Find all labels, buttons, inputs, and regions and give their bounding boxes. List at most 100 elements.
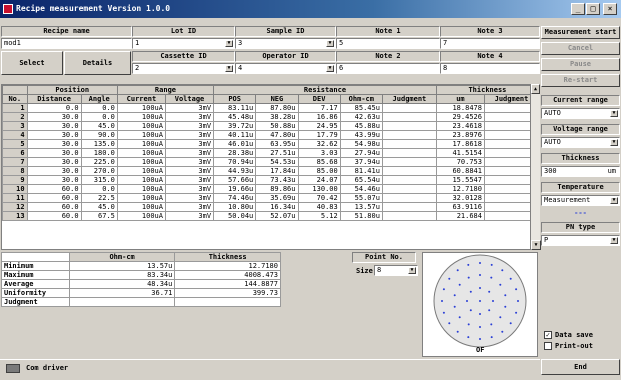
print-out-checkbox[interactable]: Print-out bbox=[544, 342, 593, 350]
table-row[interactable]: 1 0.0 0.0 100uA 3mV 83.11u 87.80u 7.17 85.45u 18.… bbox=[2, 103, 537, 113]
table-cell: 43.99u bbox=[339, 130, 383, 140]
table-row[interactable]: 9 30.0 315.0 100uA 3mV 57.66u 73.43u 24.07 65.54… bbox=[2, 175, 537, 185]
table-cell: 3mV bbox=[164, 121, 215, 131]
column-header[interactable]: POS bbox=[213, 94, 257, 104]
note1-field[interactable]: 5 bbox=[336, 38, 440, 49]
column-header[interactable]: Judgment bbox=[381, 94, 437, 104]
chevron-down-icon[interactable]: ▼ bbox=[326, 40, 334, 47]
table-cell: 3mV bbox=[164, 184, 215, 194]
table-cell: 54.98u bbox=[339, 139, 383, 149]
summary-label: Maximum bbox=[1, 270, 70, 280]
chevron-down-icon[interactable]: ▼ bbox=[610, 139, 618, 146]
wafer-point bbox=[467, 276, 470, 279]
table-cell: 27.94u bbox=[339, 148, 383, 158]
table-cell: 50.04u bbox=[213, 211, 257, 221]
table-cell: 35.69u bbox=[255, 193, 299, 203]
table-row[interactable]: 4 30.0 90.0 100uA 3mV 40.11u 47.80u 17.79 43.99u… bbox=[2, 130, 537, 140]
table-row[interactable]: 2 30.0 0.0 100uA 3mV 45.48u 38.28u 16.86 42.63u 2… bbox=[2, 112, 537, 122]
data-save-label: Data save bbox=[555, 331, 593, 339]
temperature-dropdown[interactable]: Measurement ▼ bbox=[541, 195, 620, 206]
pause-button[interactable]: Pause bbox=[541, 58, 620, 71]
table-cell: 4 bbox=[2, 130, 28, 140]
select-button[interactable]: Select bbox=[1, 51, 63, 75]
size-dropdown[interactable]: 8 ▼ bbox=[374, 265, 418, 276]
table-cell: 47.80u bbox=[255, 130, 299, 140]
note3-field[interactable]: 7 bbox=[440, 38, 540, 49]
column-header[interactable]: Angle bbox=[80, 94, 118, 104]
close-icon[interactable]: × bbox=[603, 3, 617, 15]
chevron-down-icon[interactable]: ▼ bbox=[225, 40, 233, 47]
column-header[interactable]: Voltage bbox=[164, 94, 215, 104]
note2-field[interactable]: 6 bbox=[336, 63, 440, 74]
end-button[interactable]: End bbox=[541, 359, 620, 375]
table-cell: 55.07u bbox=[339, 193, 383, 203]
chevron-down-icon[interactable]: ▼ bbox=[610, 197, 618, 204]
table-cell: 28.38u bbox=[213, 148, 257, 158]
table-cell: 180.0 bbox=[80, 148, 118, 158]
pn-type-dropdown[interactable]: P ▼ bbox=[541, 235, 620, 246]
table-cell: 30.0 bbox=[26, 148, 82, 158]
cassette-id-dropdown[interactable]: 2 ▼ bbox=[132, 63, 235, 74]
chevron-down-icon[interactable]: ▼ bbox=[408, 267, 416, 274]
recipe-name-field[interactable]: mod1 bbox=[1, 38, 132, 49]
table-row[interactable]: 10 60.0 0.0 100uA 3mV 19.66u 89.86u 130.00 54.46… bbox=[2, 184, 537, 194]
column-header[interactable]: No. bbox=[2, 94, 28, 104]
measurement-table[interactable]: Position Range Resistance Thickness No. D… bbox=[1, 84, 538, 250]
summary-thk bbox=[174, 297, 281, 307]
chevron-down-icon[interactable]: ▼ bbox=[610, 237, 618, 244]
column-header[interactable]: um bbox=[435, 94, 485, 104]
table-row[interactable]: 12 60.0 45.0 100uA 3mV 10.80u 16.34u 40.83 13.57… bbox=[2, 202, 537, 212]
chevron-down-icon[interactable]: ▼ bbox=[225, 65, 233, 72]
minimize-icon[interactable]: _ bbox=[571, 3, 585, 15]
column-header[interactable]: Ohm-cm bbox=[339, 94, 383, 104]
checkbox-checked-icon[interactable]: ✓ bbox=[544, 331, 552, 339]
table-row[interactable]: 3 30.0 45.0 100uA 3mV 39.72u 50.88u 24.95 45.88u… bbox=[2, 121, 537, 131]
table-cell: 3mV bbox=[164, 193, 215, 203]
details-button[interactable]: Details bbox=[64, 51, 131, 75]
cancel-button[interactable]: Cancel bbox=[541, 42, 620, 55]
table-row[interactable]: 5 30.0 135.0 100uA 3mV 46.01u 63.95u 32.62 54.98… bbox=[2, 139, 537, 149]
wafer-point bbox=[453, 305, 456, 308]
data-save-checkbox[interactable]: ✓ Data save bbox=[544, 331, 593, 339]
note4-field[interactable]: 8 bbox=[440, 63, 540, 74]
sample-id-dropdown[interactable]: 3 ▼ bbox=[235, 38, 336, 49]
table-cell bbox=[381, 175, 437, 185]
column-header[interactable]: Distance bbox=[26, 94, 82, 104]
maximize-icon[interactable]: □ bbox=[586, 3, 600, 15]
table-row[interactable]: 13 60.0 67.5 100uA 3mV 50.04u 52.07u 5.12 51.80u… bbox=[2, 211, 537, 221]
thickness-field[interactable]: 300 um bbox=[541, 166, 620, 177]
measurement-start-button[interactable]: Measurement start bbox=[541, 26, 620, 39]
table-row[interactable]: 7 30.0 225.0 100uA 3mV 70.94u 54.53u 85.68 37.94… bbox=[2, 157, 537, 167]
table-row[interactable]: 11 60.0 22.5 100uA 3mV 74.46u 35.69u 70.42 55.07… bbox=[2, 193, 537, 203]
chevron-down-icon[interactable]: ▼ bbox=[326, 65, 334, 72]
taskbar-item-com-driver[interactable]: Com driver bbox=[26, 364, 68, 372]
cassette-id-value: 2 bbox=[135, 64, 140, 72]
table-row[interactable]: 6 30.0 180.0 100uA 3mV 28.38u 27.51u 3.03 27.94u… bbox=[2, 148, 537, 158]
table-scrollbar[interactable]: ▲ ▼ bbox=[530, 84, 541, 250]
table-cell: 37.94u bbox=[339, 157, 383, 167]
thickness-label: Thickness bbox=[541, 153, 620, 164]
chevron-down-icon[interactable]: ▼ bbox=[610, 110, 618, 117]
column-header[interactable]: DEV bbox=[297, 94, 341, 104]
checkbox-unchecked-icon[interactable] bbox=[544, 342, 552, 350]
current-range-dropdown[interactable]: AUTO ▼ bbox=[541, 108, 620, 119]
wafer-point bbox=[467, 323, 470, 326]
scroll-down-icon[interactable]: ▼ bbox=[531, 240, 541, 250]
wafer-point bbox=[509, 277, 512, 280]
scroll-up-icon[interactable]: ▲ bbox=[531, 84, 540, 94]
note1-label: Note 1 bbox=[336, 26, 440, 37]
lot-id-dropdown[interactable]: 1 ▼ bbox=[132, 38, 235, 49]
window-title-bar[interactable]: Recipe measurement Version 1.0.0 bbox=[0, 0, 621, 18]
table-cell: 3mV bbox=[164, 166, 215, 176]
column-header[interactable]: NEG bbox=[255, 94, 299, 104]
table-cell: 17.8618 bbox=[435, 139, 485, 149]
operator-id-dropdown[interactable]: 4 ▼ bbox=[235, 63, 336, 74]
driver-icon bbox=[6, 364, 20, 373]
table-cell: 38.28u bbox=[255, 112, 299, 122]
restart-button[interactable]: Re-start bbox=[541, 74, 620, 87]
voltage-range-dropdown[interactable]: AUTO ▼ bbox=[541, 137, 620, 148]
table-row[interactable]: 8 30.0 270.0 100uA 3mV 44.93u 17.84u 85.00 81.41… bbox=[2, 166, 537, 176]
table-cell: 100uA bbox=[116, 193, 166, 203]
column-header[interactable]: Current bbox=[116, 94, 166, 104]
wafer-point bbox=[448, 322, 451, 325]
